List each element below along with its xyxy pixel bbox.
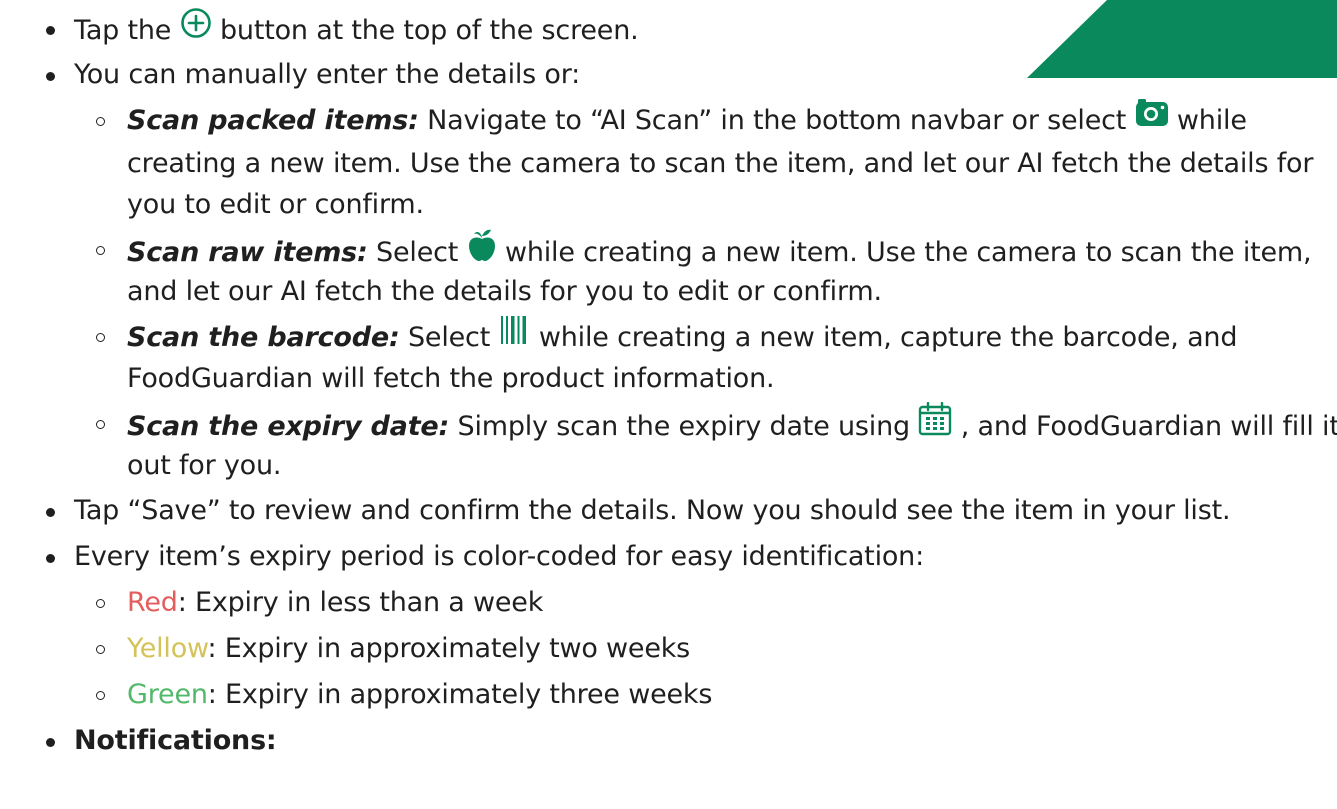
- sub-bullet: [96, 645, 105, 654]
- sub-bullet: [96, 691, 105, 700]
- list-item-text: You can manually enter the details or:: [74, 59, 581, 90]
- sub-item-label: Scan raw items:: [127, 237, 368, 268]
- camera-icon: [1135, 99, 1169, 138]
- sub-item-text: : Expiry in less than a week: [177, 587, 544, 618]
- sub-item-text: Select: [376, 237, 459, 268]
- sub-bullet: [96, 117, 105, 126]
- color-label-red: Red: [127, 587, 178, 618]
- list-item-text: button at the top of the screen.: [219, 15, 639, 46]
- sub-item-text: and let our AI fetch the details for you…: [127, 276, 882, 307]
- color-label-yellow: Yellow: [127, 633, 208, 664]
- sub-item-text: FoodGuardian will fetch the product info…: [127, 363, 775, 394]
- sub-item-text: out for you.: [127, 450, 282, 481]
- sub-item-label: Scan packed items:: [127, 105, 419, 136]
- color-label-green: Green: [127, 679, 208, 710]
- list-item-text: Tap “Save” to review and confirm the det…: [74, 495, 1231, 526]
- bullet: [46, 554, 55, 563]
- sub-item-label: Scan the expiry date:: [127, 411, 450, 442]
- sub-item-text: while: [1176, 105, 1247, 136]
- list-item-heading: Notifications:: [74, 725, 277, 756]
- sub-bullet: [96, 599, 105, 608]
- sub-item-text: Navigate to “AI Scan” in the bottom navb…: [427, 105, 1127, 136]
- calendar-icon: [918, 401, 952, 447]
- bullet: [46, 738, 55, 747]
- apple-icon: [467, 228, 497, 273]
- sub-item-text: : Expiry in approximately three weeks: [207, 679, 713, 710]
- sub-item-text: you to edit or confirm.: [127, 189, 424, 220]
- sub-bullet: [96, 420, 105, 429]
- sub-item-text: : Expiry in approximately two weeks: [207, 633, 691, 664]
- bullet: [46, 72, 55, 81]
- sub-bullet: [96, 333, 105, 342]
- decorative-corner-shape: [1027, 0, 1337, 78]
- bullet: [46, 508, 55, 517]
- sub-item-text: while creating a new item. Use the camer…: [504, 237, 1312, 268]
- bullet: [46, 26, 55, 35]
- barcode-icon: [498, 315, 530, 356]
- list-item-text: Tap the: [74, 15, 172, 46]
- sub-item-text: Simply scan the expiry date using: [457, 411, 911, 442]
- list-item-text: Every item’s expiry period is color-code…: [74, 541, 924, 572]
- sub-item-label: Scan the barcode:: [127, 322, 400, 353]
- sub-bullet: [96, 246, 105, 255]
- plus-circle-icon: [180, 7, 212, 50]
- sub-item-text: creating a new item. Use the camera to s…: [127, 148, 1314, 179]
- sub-item-text: , and FoodGuardian will fill it: [960, 411, 1337, 442]
- sub-item-text: Select: [407, 322, 491, 353]
- sub-item-text: while creating a new item, capture the b…: [538, 322, 1238, 353]
